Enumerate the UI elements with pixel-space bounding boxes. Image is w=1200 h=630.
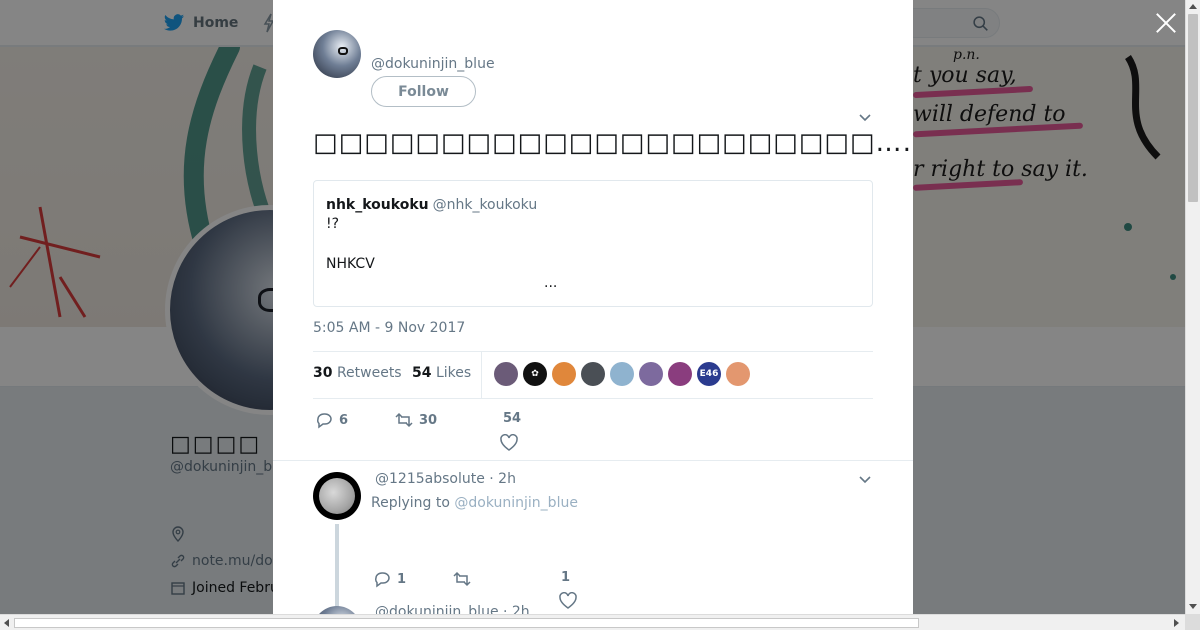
reply-button[interactable]: 6 (315, 411, 348, 429)
horizontal-scrollbar[interactable] (0, 614, 1185, 630)
tweet-stats: 30 Retweets 54 Likes ✿ E46 (313, 351, 873, 399)
scroll-down-arrow-icon[interactable] (1189, 604, 1197, 609)
reply-author-avatar[interactable] (313, 472, 361, 520)
retweets-label: Retweets (336, 365, 402, 381)
liker-avatar[interactable] (726, 362, 750, 386)
liker-avatar[interactable]: E46 (697, 362, 721, 386)
liker-avatar[interactable] (668, 362, 692, 386)
reply-options-chevron-down-icon[interactable] (859, 476, 871, 484)
retweets-stat[interactable]: 30 Retweets (313, 365, 402, 381)
replying-prefix: Replying to (371, 495, 450, 511)
retweet-count: 30 (419, 412, 438, 428)
next-reply-avatar[interactable] (313, 606, 361, 614)
reply-reply-button[interactable]: 1 (373, 570, 406, 588)
likers-list: ✿ E46 (494, 362, 750, 386)
retweet-icon (395, 412, 413, 428)
replying-to: Replying to @dokuninjin_blue (371, 495, 578, 511)
liker-avatar[interactable]: ✿ (523, 362, 547, 386)
liker-avatar[interactable] (581, 362, 605, 386)
scroll-left-arrow-icon[interactable] (4, 619, 9, 627)
vertical-scrollbar[interactable] (1185, 0, 1200, 614)
reply-icon (317, 413, 332, 429)
reply-header[interactable]: @1215absolute · 2h (375, 471, 516, 487)
likes-count: 54 (412, 365, 432, 381)
likes-stat[interactable]: 54 Likes (412, 365, 471, 381)
quoted-author-handle: @nhk_koukoku (432, 197, 538, 213)
avatar-glasses (338, 47, 348, 55)
liker-avatar[interactable] (552, 362, 576, 386)
tweet-modal: @dokuninjin_blue Follow □□□□□□□□□□□□□□□□… (273, 0, 913, 614)
reply-like-count-label: 1 (561, 570, 570, 585)
stats-divider (481, 352, 482, 398)
author-handle[interactable]: @dokuninjin_blue (371, 56, 495, 72)
horizontal-scroll-thumb[interactable] (14, 618, 919, 628)
reply-like-button[interactable] (559, 592, 577, 610)
retweets-count: 30 (313, 365, 333, 381)
tweet-author (313, 30, 361, 78)
liker-avatar[interactable] (639, 362, 663, 386)
reply-count: 6 (339, 412, 349, 428)
quoted-text-ellipsis: ... (544, 275, 558, 291)
page: Home p.n. t you say, will defend to r ri… (0, 0, 1200, 630)
scroll-right-arrow-icon[interactable] (1174, 619, 1179, 627)
thread-line (335, 524, 339, 614)
quoted-tweet[interactable]: nhk_koukoku @nhk_koukoku !? NHKCV ... (313, 180, 873, 307)
liker-avatar[interactable] (610, 362, 634, 386)
next-reply-header[interactable]: @dokuninjin_blue · 2h (375, 604, 530, 614)
heart-icon (500, 434, 518, 451)
close-icon[interactable] (1155, 12, 1177, 34)
author-avatar[interactable] (313, 30, 361, 78)
quoted-author-name: nhk_koukoku (326, 197, 429, 213)
reply-icon (375, 572, 390, 588)
follow-button[interactable]: Follow (371, 76, 476, 107)
reply-retweet-button[interactable] (453, 570, 471, 588)
liker-avatar[interactable] (494, 362, 518, 386)
likes-label: Likes (435, 365, 472, 381)
moon-image (319, 478, 355, 514)
tweet-timestamp[interactable]: 5:05 AM - 9 Nov 2017 (313, 320, 465, 336)
replying-to-handle[interactable]: @dokuninjin_blue (454, 495, 578, 511)
scroll-up-arrow-icon[interactable] (1189, 4, 1197, 9)
tweet-options-chevron-down-icon[interactable] (859, 114, 871, 122)
like-count: 54 (503, 411, 522, 426)
quoted-text-line: NHKCV (326, 256, 375, 272)
retweet-button[interactable]: 30 (395, 411, 437, 429)
vertical-scroll-thumb[interactable] (1188, 14, 1198, 202)
heart-icon (559, 592, 577, 609)
reply-reply-count: 1 (397, 571, 407, 587)
section-divider (273, 460, 913, 461)
reply-like-count: 1 (561, 570, 571, 585)
retweet-icon (453, 571, 471, 587)
like-count-label: 54 (503, 411, 521, 426)
quoted-text-line: !? (326, 216, 340, 232)
tweet-actions: 6 30 54 (313, 410, 873, 460)
scrollbar-corner (1185, 614, 1200, 630)
like-button[interactable] (500, 434, 518, 452)
tweet-text: □□□□□□□□□□□□□□□□□□□□□□……□□□□□□□□□□□□□□□□… (313, 128, 913, 158)
